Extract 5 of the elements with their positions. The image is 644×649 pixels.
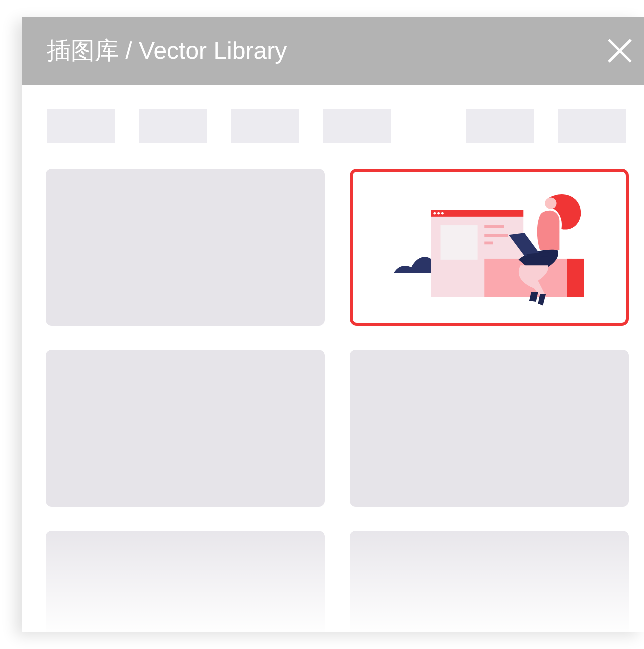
window-title: 插图库 / Vector Library [47,37,288,67]
close-icon[interactable] [607,38,633,64]
card-placeholder[interactable] [350,350,629,507]
card-placeholder[interactable] [46,169,325,326]
card-placeholder[interactable] [46,350,325,507]
